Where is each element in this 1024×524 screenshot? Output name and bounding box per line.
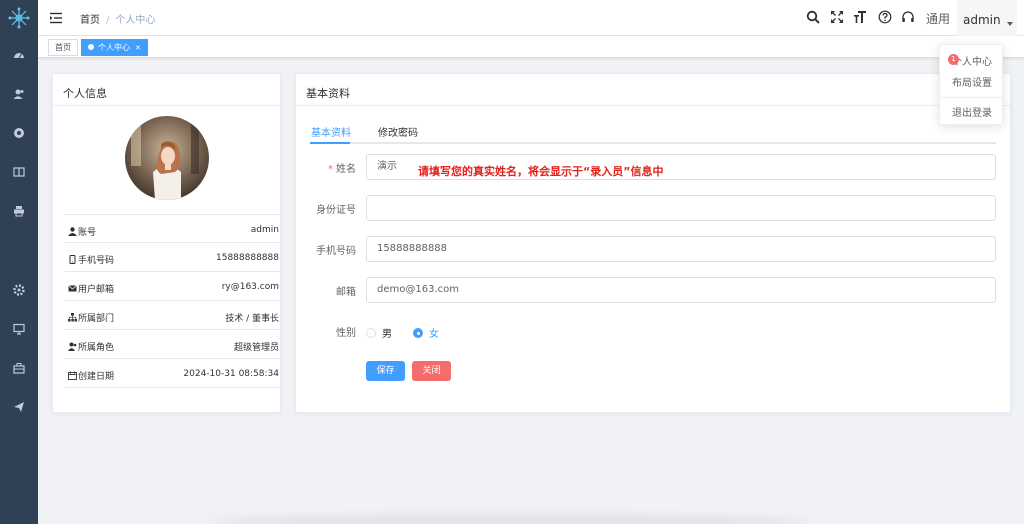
display-icon[interactable] <box>12 322 26 336</box>
monitor-icon[interactable] <box>12 126 26 140</box>
info-row-phone: 手机号码 15888888888 <box>65 243 281 272</box>
help-icon[interactable] <box>878 10 893 25</box>
info-value: ry@163.com <box>221 282 279 292</box>
window-shadow <box>210 514 810 524</box>
profile-card-title: 个人信息 <box>53 74 280 106</box>
info-label: 创建日期 <box>78 372 115 382</box>
name-label: * 姓名 <box>328 164 356 175</box>
dropdown-item-layout[interactable]: 布局设置 <box>952 74 992 89</box>
info-value: 2024-10-31 08:58:34 <box>183 369 279 379</box>
info-label: 手机号码 <box>78 256 115 266</box>
phone-input-value: 15888888888 <box>377 243 447 254</box>
info-value: admin <box>250 225 279 235</box>
gender-label: 性别 <box>336 328 356 339</box>
user-dropdown-menu: 1 个人中心 布局设置 退出登录 <box>939 44 1003 125</box>
send-icon[interactable] <box>12 400 26 414</box>
tag-home-label: 首页 <box>55 43 71 52</box>
tab-active-underline <box>310 142 350 144</box>
dropdown-divider <box>940 97 1002 98</box>
breadcrumb-home[interactable]: 首页 <box>80 15 100 26</box>
profile-card: 个人信息 账号 admin 手机号码 15888888888 用户邮箱 ry@1… <box>52 73 281 413</box>
info-row-account: 账号 admin <box>65 214 281 243</box>
hamburger-icon[interactable] <box>49 11 63 25</box>
avatar[interactable] <box>125 116 209 200</box>
tag-profile[interactable]: 个人中心 ✕ <box>81 39 148 56</box>
gender-female-label: 女 <box>429 329 439 340</box>
active-dot-icon <box>88 44 94 50</box>
logo-icon[interactable] <box>8 7 30 29</box>
toolbox-icon[interactable] <box>12 361 26 375</box>
book-icon[interactable] <box>12 165 26 179</box>
basic-info-card: 基本资料 基本资料 修改密码 * 姓名 演示 请填写您的真实姓名，将会显示于“录入… <box>295 73 1011 413</box>
info-label: 用户邮箱 <box>78 285 115 295</box>
breadcrumb-separator: / <box>106 15 110 26</box>
user-dropdown-trigger[interactable]: admin <box>957 0 1017 36</box>
font-size-icon[interactable] <box>853 10 868 25</box>
gender-radio-male[interactable]: 男 <box>366 325 392 340</box>
email-input[interactable]: demo@163.com <box>366 277 996 303</box>
phone-label: 手机号码 <box>316 246 356 257</box>
save-button[interactable]: 保存 <box>366 361 405 381</box>
tag-home[interactable]: 首页 <box>48 39 78 56</box>
tree-icon <box>68 313 77 322</box>
info-label: 所属部门 <box>78 314 115 324</box>
name-label-text: 姓名 <box>336 164 356 175</box>
email-label: 邮箱 <box>336 287 356 298</box>
radio-circle <box>413 328 423 338</box>
info-label: 账号 <box>78 228 97 238</box>
name-hint: 请填写您的真实姓名，将会显示于“录入员”信息中 <box>418 165 664 178</box>
gender-radio-female[interactable]: 女 <box>413 325 439 340</box>
info-row-email: 用户邮箱 ry@163.com <box>65 272 281 301</box>
idcard-label: 身份证号 <box>316 205 356 216</box>
dropdown-item-logout[interactable]: 退出登录 <box>952 104 992 119</box>
email-input-value: demo@163.com <box>377 284 459 295</box>
system-users-icon[interactable] <box>12 87 26 101</box>
idcard-input[interactable] <box>366 195 996 221</box>
info-row-created: 创建日期 2024-10-31 08:58:34 <box>65 359 281 388</box>
info-value: 15888888888 <box>216 253 279 263</box>
user-name: admin <box>963 13 1001 27</box>
close-button[interactable]: 关闭 <box>412 361 451 381</box>
headphones-icon[interactable] <box>901 10 916 25</box>
tags-view: 首页 个人中心 ✕ <box>38 36 1024 58</box>
info-value: 技术 / 董事长 <box>225 314 279 324</box>
info-row-role: 所属角色 超级管理员 <box>65 330 281 359</box>
search-icon[interactable] <box>806 10 821 25</box>
phone-icon <box>69 255 76 264</box>
user-icon <box>68 227 77 236</box>
name-input-value: 演示 <box>377 161 397 172</box>
info-label: 所属角色 <box>78 343 115 353</box>
phone-input[interactable]: 15888888888 <box>366 236 996 262</box>
date-icon <box>68 371 77 380</box>
basic-card-title: 基本资料 <box>296 74 1010 106</box>
info-value: 超级管理员 <box>233 343 279 353</box>
printer-icon[interactable] <box>12 204 26 218</box>
settings-icon[interactable] <box>12 283 26 297</box>
close-icon[interactable]: ✕ <box>135 44 141 52</box>
step-badge: 1 <box>948 54 959 65</box>
caret-down-icon <box>1007 22 1013 26</box>
navbar: 首页 / 个人中心 通用 admin <box>38 0 1024 36</box>
size-select[interactable]: 通用 <box>926 10 950 27</box>
sidebar <box>0 0 38 524</box>
info-row-dept: 所属部门 技术 / 董事长 <box>65 301 281 330</box>
breadcrumb: 首页 / 个人中心 <box>80 11 155 26</box>
breadcrumb-current: 个人中心 <box>115 15 156 26</box>
radio-circle <box>366 328 376 338</box>
form-tabs: 基本资料 修改密码 <box>310 124 996 144</box>
peoples-icon <box>68 342 77 351</box>
tab-change-password[interactable]: 修改密码 <box>378 124 418 139</box>
gender-male-label: 男 <box>382 329 392 340</box>
dashboard-icon[interactable] <box>12 48 26 62</box>
dropdown-item-profile[interactable]: 1 个人中心 <box>948 53 992 68</box>
tag-profile-label: 个人中心 <box>98 43 130 52</box>
email-icon <box>68 285 77 292</box>
profile-info-list: 账号 admin 手机号码 15888888888 用户邮箱 ry@163.co… <box>65 214 281 388</box>
fullscreen-icon[interactable] <box>830 10 845 25</box>
tab-basic-info[interactable]: 基本资料 <box>311 124 351 139</box>
